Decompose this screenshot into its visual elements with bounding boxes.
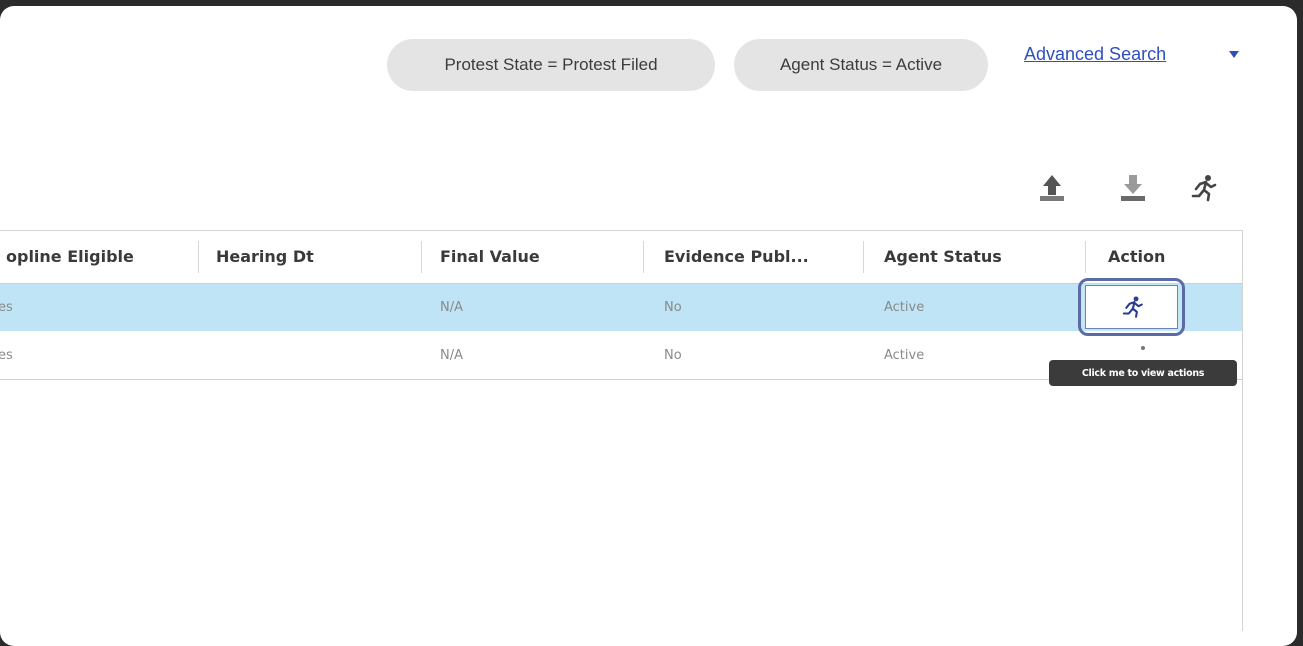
column-header-evidence[interactable]: Evidence Publ... — [664, 231, 844, 283]
cell-agent-status: Active — [884, 300, 925, 315]
row-action-button[interactable] — [1078, 278, 1185, 336]
column-header-eligible[interactable]: opline Eligible — [6, 231, 186, 283]
table-row[interactable]: es N/A No Active — [0, 284, 1242, 331]
filter-chip-protest-state[interactable]: Protest State = Protest Filed — [387, 39, 715, 91]
cell-agent-status: Active — [884, 348, 925, 363]
download-icon[interactable] — [1118, 172, 1148, 204]
column-header-final-value[interactable]: Final Value — [440, 231, 630, 283]
advanced-search-link[interactable]: Advanced Search — [1024, 44, 1166, 65]
main-panel: Protest State = Protest Filed Agent Stat… — [0, 6, 1297, 646]
column-divider[interactable] — [421, 241, 422, 273]
protest-grid: opline Eligible Hearing Dt Final Value E… — [0, 230, 1243, 631]
column-divider[interactable] — [1085, 241, 1086, 273]
column-header-hearing-dt[interactable]: Hearing Dt — [216, 231, 406, 283]
filter-chip-label: Protest State = Protest Filed — [444, 55, 658, 74]
column-header-agent-status[interactable]: Agent Status — [884, 231, 1064, 283]
grid-header: opline Eligible Hearing Dt Final Value E… — [0, 231, 1242, 284]
row-action-button-inner[interactable] — [1085, 285, 1178, 329]
cell-final-value: N/A — [440, 348, 463, 363]
filter-chip-agent-status[interactable]: Agent Status = Active — [734, 39, 988, 91]
cell-eligible: es — [0, 348, 13, 363]
column-divider[interactable] — [863, 241, 864, 273]
cell-final-value: N/A — [440, 300, 463, 315]
running-person-icon — [1122, 296, 1143, 318]
column-divider[interactable] — [643, 241, 644, 273]
upload-icon[interactable] — [1037, 172, 1067, 204]
chevron-down-icon[interactable] — [1229, 51, 1239, 58]
filter-chip-label: Agent Status = Active — [779, 55, 943, 74]
column-header-action: Action — [1108, 247, 1166, 266]
running-person-icon[interactable] — [1188, 172, 1218, 204]
action-tooltip: Click me to view actions — [1049, 360, 1237, 386]
column-divider[interactable] — [198, 241, 199, 273]
cell-evidence: No — [664, 300, 682, 315]
cell-eligible: es — [0, 300, 13, 315]
running-person-icon[interactable] — [1129, 345, 1153, 361]
cell-evidence: No — [664, 348, 682, 363]
